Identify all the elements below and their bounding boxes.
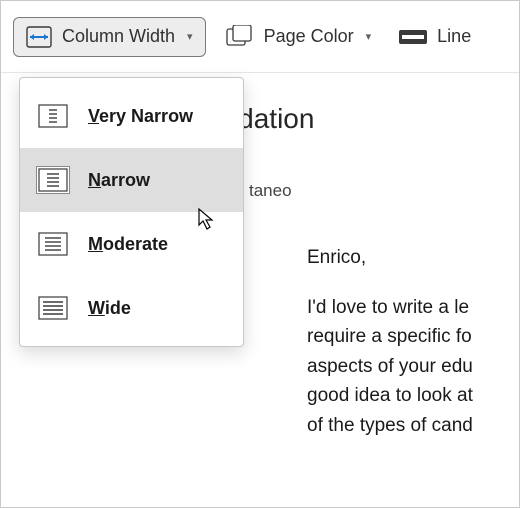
column-width-label: Column Width [62, 26, 175, 47]
line-label: Line [437, 26, 471, 47]
page-color-label: Page Color [264, 26, 354, 47]
menu-label: Narrow [88, 170, 150, 191]
menu-label: Very Narrow [88, 106, 193, 127]
line-button[interactable]: Line [391, 20, 479, 53]
menu-item-wide[interactable]: Wide [20, 276, 243, 340]
menu-item-very-narrow[interactable]: Very Narrow [20, 84, 243, 148]
column-width-button[interactable]: Column Width ▾ [13, 17, 206, 57]
document-greeting: Enrico, [307, 247, 519, 269]
chevron-down-icon: ▾ [366, 30, 372, 43]
moderate-icon [36, 230, 70, 258]
document-body: I'd love to write a le require a specifi… [307, 293, 519, 440]
document-from: taneo [249, 181, 519, 201]
page-color-icon [226, 25, 254, 49]
very-narrow-icon [36, 102, 70, 130]
chevron-down-icon: ▾ [187, 30, 193, 43]
document-title: endation [207, 103, 519, 135]
menu-item-narrow[interactable]: Narrow [20, 148, 243, 212]
line-icon [399, 27, 427, 47]
column-width-menu: Very Narrow Narrow [19, 77, 244, 347]
menu-label: Wide [88, 298, 131, 319]
toolbar: Column Width ▾ Page Color ▾ Line [1, 1, 519, 73]
column-width-icon [26, 26, 52, 48]
wide-icon [36, 294, 70, 322]
page-color-button[interactable]: Page Color ▾ [218, 19, 380, 55]
menu-item-moderate[interactable]: Moderate [20, 212, 243, 276]
menu-label: Moderate [88, 234, 168, 255]
narrow-icon [36, 166, 70, 194]
